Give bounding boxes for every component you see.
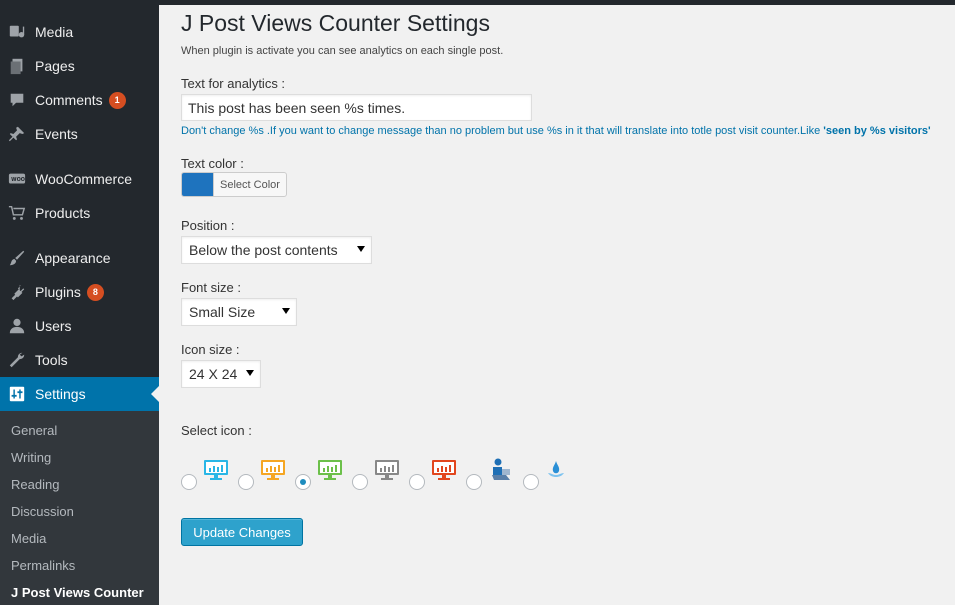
icon-radio-option[interactable]: [466, 474, 482, 490]
settings-submenu: General Writing Reading Discussion Media…: [0, 411, 159, 605]
submenu-item-j-post-views-counter[interactable]: J Post Views Counter: [11, 585, 144, 600]
sidebar-item-woocommerce[interactable]: WOO WooCommerce: [0, 162, 159, 196]
admin-sidebar: Media Pages Comments 1 Events WOO WooCom…: [0, 0, 159, 605]
font-size-selected-value: Small Size: [189, 304, 256, 320]
hint-example: 'seen by %s visitors': [823, 125, 931, 137]
sidebar-item-tools[interactable]: Tools: [0, 343, 159, 377]
chevron-down-icon: [246, 370, 254, 376]
chevron-down-icon: [357, 246, 365, 252]
submenu-item-general[interactable]: General: [11, 423, 57, 438]
sidebar-item-appearance[interactable]: Appearance: [0, 241, 159, 275]
user-icon: [8, 317, 26, 335]
icon-radio-option[interactable]: [409, 474, 425, 490]
wrench-icon: [8, 351, 26, 369]
analytics-text-input[interactable]: [181, 94, 532, 121]
plugin-icon: [8, 283, 26, 301]
monitor-chart-red-icon: [431, 459, 457, 486]
sidebar-item-label: Users: [35, 318, 72, 334]
submenu-item-media[interactable]: Media: [11, 531, 46, 546]
media-icon: [8, 23, 26, 41]
pages-icon: [8, 57, 26, 75]
update-changes-button[interactable]: Update Changes: [181, 518, 303, 546]
sidebar-item-label: Appearance: [35, 250, 111, 266]
icon-size-label: Icon size :: [181, 342, 240, 357]
sidebar-item-label: Comments: [35, 92, 103, 108]
select-color-button[interactable]: Select Color: [181, 172, 287, 197]
comments-icon: [8, 91, 26, 109]
sidebar-item-media[interactable]: Media: [0, 15, 159, 49]
submenu-item-discussion[interactable]: Discussion: [11, 504, 74, 519]
chevron-down-icon: [282, 308, 290, 314]
text-color-label: Text color :: [181, 156, 244, 171]
icon-radio-option[interactable]: [523, 474, 539, 490]
position-selected-value: Below the post contents: [189, 242, 338, 258]
cart-icon: [8, 204, 26, 222]
monitor-chart-green-icon: [317, 459, 343, 486]
color-swatch: [182, 173, 213, 196]
sidebar-item-label: Pages: [35, 58, 75, 74]
icon-radio-option[interactable]: [238, 474, 254, 490]
position-select[interactable]: Below the post contents: [181, 236, 372, 264]
sidebar-item-users[interactable]: Users: [0, 309, 159, 343]
monitor-chart-blue-icon: [203, 459, 229, 486]
person-laptop-icon: [488, 457, 514, 488]
sidebar-item-label: Products: [35, 205, 91, 221]
plugins-update-badge: 8: [86, 283, 104, 301]
svg-text:WOO: WOO: [11, 177, 25, 183]
sidebar-item-label: Plugins: [35, 284, 81, 300]
sidebar-item-pages[interactable]: Pages: [0, 49, 159, 83]
sidebar-item-label: Events: [35, 126, 78, 142]
icon-size-selected-value: 24 X 24: [189, 366, 238, 382]
submenu-item-reading[interactable]: Reading: [11, 477, 59, 492]
icon-size-select[interactable]: 24 X 24: [181, 360, 261, 388]
page-description: When plugin is activate you can see anal…: [181, 45, 504, 57]
submenu-item-permalinks[interactable]: Permalinks: [11, 558, 75, 573]
font-size-select[interactable]: Small Size: [181, 298, 297, 326]
admin-top-bar: [159, 0, 955, 5]
monitor-chart-gray-icon: [374, 459, 400, 486]
sidebar-item-products[interactable]: Products: [0, 196, 159, 230]
sidebar-item-comments[interactable]: Comments 1: [0, 83, 159, 117]
sidebar-item-plugins[interactable]: Plugins 8: [0, 275, 159, 309]
comments-count-badge: 1: [108, 91, 126, 109]
icon-radio-option[interactable]: [181, 474, 197, 490]
water-splash-icon: [545, 459, 567, 486]
settings-icon: [8, 385, 26, 403]
select-color-label: Select Color: [213, 173, 286, 196]
analytics-text-hint: Don't change %s .If you want to change m…: [181, 125, 931, 137]
hint-text: Don't change %s .If you want to change m…: [181, 125, 824, 137]
font-size-label: Font size :: [181, 280, 241, 295]
woocommerce-icon: WOO: [8, 170, 26, 188]
icon-radio-option[interactable]: [352, 474, 368, 490]
sidebar-item-label: Settings: [35, 386, 86, 402]
page-title: J Post Views Counter Settings: [181, 10, 490, 36]
submenu-item-writing[interactable]: Writing: [11, 450, 51, 465]
sidebar-item-label: Tools: [35, 352, 68, 368]
sidebar-item-label: WooCommerce: [35, 171, 132, 187]
position-label: Position :: [181, 218, 235, 233]
active-menu-arrow: [151, 386, 159, 402]
monitor-chart-orange-icon: [260, 459, 286, 486]
text-for-analytics-label: Text for analytics :: [181, 76, 286, 91]
icon-radio-option[interactable]: [295, 474, 311, 490]
sidebar-item-settings[interactable]: Settings: [0, 377, 159, 411]
sidebar-item-label: Media: [35, 24, 74, 40]
select-icon-label: Select icon :: [181, 423, 252, 438]
sidebar-item-events[interactable]: Events: [0, 117, 159, 151]
pin-icon: [8, 125, 26, 143]
brush-icon: [8, 249, 26, 267]
